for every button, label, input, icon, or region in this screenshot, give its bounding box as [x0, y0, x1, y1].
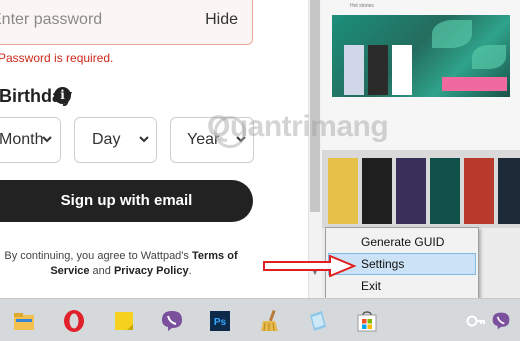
- file-explorer-icon[interactable]: [12, 309, 36, 333]
- chevron-down-icon: [139, 136, 149, 143]
- microsoft-store-icon[interactable]: [355, 309, 379, 333]
- ccleaner-broom-icon[interactable]: [258, 309, 282, 333]
- day-select[interactable]: Day: [74, 117, 157, 163]
- watermark-text: Quantrimang: [207, 110, 389, 143]
- password-error-text: Password is required.: [0, 51, 114, 65]
- book-cover: [464, 158, 494, 224]
- photoshop-icon[interactable]: Ps: [208, 309, 232, 333]
- terms-and: and: [89, 265, 114, 277]
- book-cover: [430, 158, 460, 224]
- preview-hero-banner: [332, 15, 510, 97]
- red-arrow-annotation: [263, 255, 357, 277]
- opera-browser-icon[interactable]: [62, 309, 86, 333]
- photoshop-icon-text: Ps: [214, 317, 227, 328]
- scrollbar-thumb[interactable]: [310, 0, 320, 212]
- menu-item-exit[interactable]: Exit: [328, 275, 476, 297]
- book-cover: [396, 158, 426, 224]
- password-field[interactable]: Enter password Hide: [0, 0, 253, 45]
- viber-tray-icon[interactable]: [491, 311, 511, 331]
- hide-password-button[interactable]: Hide: [205, 11, 238, 29]
- month-select-value: Month: [0, 131, 44, 148]
- book-cover: [328, 158, 358, 224]
- sticky-notes-icon[interactable]: [112, 309, 136, 333]
- sign-up-with-email-button[interactable]: Sign up with email: [0, 180, 253, 222]
- book-cover: [344, 45, 364, 95]
- preview-pink-bar: [442, 77, 507, 91]
- info-icon[interactable]: i: [54, 87, 71, 104]
- leaf-decoration: [432, 20, 472, 48]
- key-tray-icon[interactable]: [466, 311, 486, 331]
- day-select-value: Day: [92, 131, 121, 148]
- book-cover: [392, 45, 412, 95]
- chevron-down-icon: [42, 136, 52, 143]
- terms-suffix: .: [188, 265, 192, 277]
- month-select[interactable]: Month: [0, 117, 61, 163]
- viber-icon[interactable]: [160, 309, 184, 333]
- leaf-decoration: [472, 45, 506, 69]
- preview-small-text: Hot stories: [350, 3, 374, 9]
- terms-text: By continuing, you agree to Wattpad's Te…: [0, 249, 252, 279]
- book-cover: [368, 45, 388, 95]
- privacy-policy-link[interactable]: Privacy Policy: [114, 265, 189, 277]
- notebook-app-icon[interactable]: [306, 309, 330, 333]
- book-cover: [362, 158, 392, 224]
- password-placeholder: Enter password: [0, 11, 103, 28]
- menu-item-generate-guid[interactable]: Generate GUID: [328, 231, 476, 253]
- signup-panel: Enter password Hide Password is required…: [0, 0, 308, 298]
- terms-prefix: By continuing, you agree to Wattpad's: [4, 250, 192, 262]
- taskbar: Ps: [0, 298, 520, 341]
- book-cover: [498, 158, 520, 224]
